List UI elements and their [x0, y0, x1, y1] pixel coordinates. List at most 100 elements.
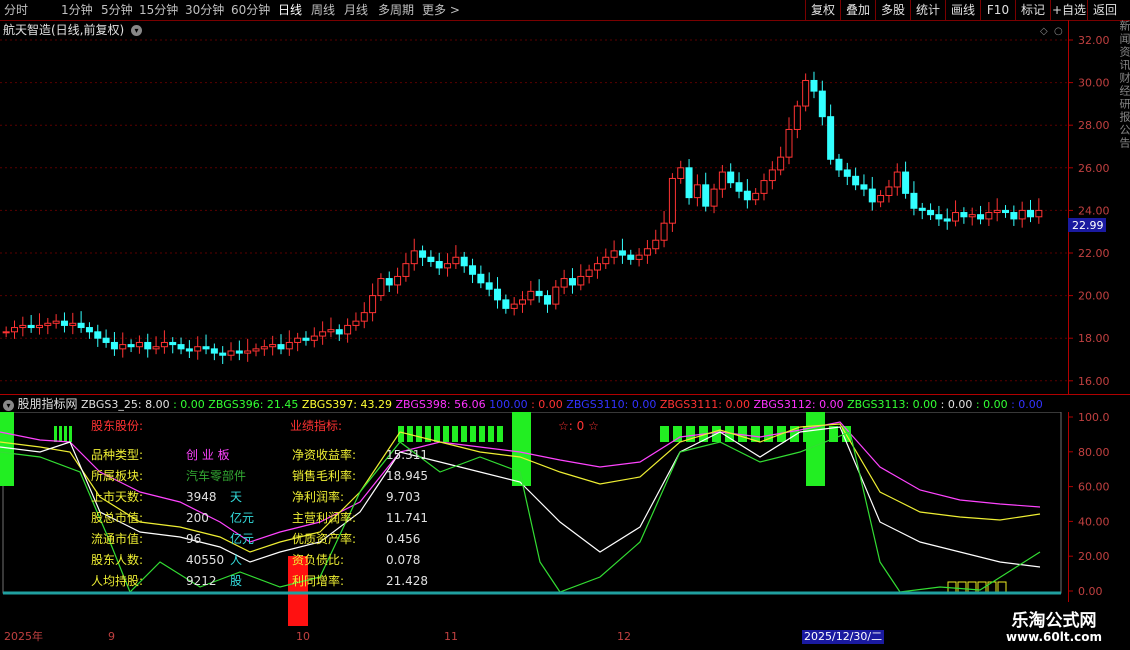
fuquan-button[interactable]: 复权 — [805, 0, 840, 20]
candle-body — [19, 324, 27, 329]
candle-body — [110, 341, 118, 350]
candle-body — [494, 288, 502, 301]
shareholder-row-value: 96 — [186, 532, 202, 546]
add-watchlist-button[interactable]: +自选 — [1050, 0, 1087, 20]
candle-body — [194, 346, 202, 352]
indicator-toggle-icon[interactable]: ▾ — [3, 399, 14, 411]
right-info-strip[interactable]: 新闻资讯财经研报公告 — [1118, 20, 1130, 395]
indicator-header: ▾ 股朋指标网 ZBGS3_25: 8.00 : 0.00 ZBGS396: 2… — [0, 397, 1068, 412]
indicator-value-4: ZBGS398: 56.06 — [392, 398, 486, 411]
candle-body — [402, 263, 410, 277]
candle-body — [202, 346, 210, 350]
candle-body — [327, 329, 335, 333]
indicator-value-5: 100.00 — [485, 398, 528, 411]
draw-line-button[interactable]: 画线 — [945, 0, 980, 20]
tab-period-monthly[interactable]: 月线 — [344, 2, 368, 18]
candle-body — [485, 282, 493, 290]
candle-body — [185, 348, 193, 352]
last-price-label: 22.99 — [1072, 219, 1104, 232]
candle-body — [602, 256, 610, 265]
green-tick — [54, 426, 57, 442]
price-tick-label: 30.00 — [1078, 77, 1110, 90]
settings-circle-icon[interactable]: ○ — [1054, 26, 1063, 37]
performance-row-value: 11.741 — [386, 511, 428, 525]
green-tick — [434, 426, 440, 442]
candle-body — [993, 209, 1001, 214]
tab-period-weekly[interactable]: 周线 — [311, 2, 335, 18]
candle-body — [868, 188, 876, 203]
tab-period-5min[interactable]: 5分钟 — [101, 2, 133, 18]
indicator-value-1: : 0.00 — [169, 398, 205, 411]
performance-row-label: 优质资产率: — [292, 532, 357, 546]
tab-period-60min[interactable]: 60分钟 — [231, 2, 270, 18]
indicator-value-13: : 0.00 — [1007, 398, 1043, 411]
candle-body — [660, 222, 668, 241]
candle-body — [785, 128, 793, 158]
price-tick-label: 22.00 — [1078, 247, 1110, 260]
candle-body — [310, 335, 318, 341]
candle-body — [860, 184, 868, 190]
tab-period-15min[interactable]: 15分钟 — [139, 2, 178, 18]
multi-stock-button[interactable]: 多股 — [875, 0, 910, 20]
candle-body — [69, 322, 77, 326]
candle-body — [927, 209, 935, 216]
candle-body — [885, 186, 893, 196]
indicator-chart[interactable]: 100.0 80.00 60.00 40.00 20.00 0.00 — [0, 412, 1130, 630]
candle-body — [119, 344, 127, 350]
candle-body — [560, 278, 568, 288]
candle-body — [918, 207, 926, 211]
indicator-axis: 100.0 80.00 60.00 40.00 20.00 0.00 — [1068, 412, 1110, 598]
indicator-value-10: ZBGS3113: 0.00 — [843, 398, 938, 411]
date-label-year: 2025年 — [4, 630, 43, 643]
statistics-button[interactable]: 统计 — [910, 0, 945, 20]
green-tick — [470, 426, 476, 442]
tab-period-daily[interactable]: 日线 — [278, 2, 302, 18]
yellow-box — [997, 581, 1007, 593]
candle-body — [452, 256, 460, 265]
green-tick — [816, 426, 825, 442]
overlay-button[interactable]: 叠加 — [840, 0, 875, 20]
diamond-icon[interactable]: ◇ — [1040, 26, 1048, 37]
green-tick — [673, 426, 682, 442]
candle-body — [1027, 209, 1035, 218]
candle-body — [269, 344, 277, 348]
candle-body — [377, 278, 385, 297]
shareholder-row-unit: 亿元 — [230, 511, 255, 525]
candle-body — [44, 322, 52, 326]
candle-body — [635, 254, 643, 260]
indicator-tick-label: 0.00 — [1078, 585, 1103, 598]
candle-body — [102, 337, 110, 343]
candlestick-chart[interactable]: 32.00 30.00 28.00 26.00 24.00 22.00 20.00 18.00… — [0, 20, 1130, 395]
shareholder-row-label: 所属板块: — [91, 469, 144, 483]
candle-body — [752, 192, 760, 201]
candle-body — [618, 250, 626, 256]
candle-body — [852, 175, 860, 186]
mark-button[interactable]: 标记 — [1015, 0, 1050, 20]
tab-period-more[interactable]: 更多 > — [422, 2, 460, 18]
performance-row-value: 21.428 — [386, 574, 428, 588]
f10-button[interactable]: F10 — [980, 0, 1015, 20]
price-tick-label: 16.00 — [1078, 375, 1110, 388]
candle-body — [227, 350, 235, 356]
indicator-tick-label: 80.00 — [1078, 446, 1110, 459]
tab-period-1min[interactable]: 1分钟 — [61, 2, 93, 18]
candle-body — [127, 344, 135, 348]
shareholder-title: 股东股份: — [91, 419, 144, 433]
indicator-name[interactable]: 股朋指标网 — [18, 397, 78, 411]
back-button[interactable]: 返回 — [1087, 0, 1122, 20]
green-tick — [64, 426, 67, 442]
tab-period-multi[interactable]: 多周期 — [378, 2, 414, 18]
candle-body — [94, 331, 102, 339]
tab-period-30min[interactable]: 30分钟 — [185, 2, 224, 18]
last-price-tag: 22.99 — [1068, 218, 1106, 232]
price-tick-label: 26.00 — [1078, 162, 1110, 175]
main-pane-border — [0, 20, 1130, 395]
candle-body — [843, 169, 851, 177]
performance-row-label: 主营利润率: — [292, 511, 357, 525]
green-tick — [461, 426, 467, 442]
yellow-box — [947, 581, 957, 593]
candle-body — [2, 331, 10, 334]
tab-period-fenshi[interactable]: 分时 — [4, 2, 28, 18]
candles-group — [2, 71, 1043, 364]
candle-body — [593, 263, 601, 271]
